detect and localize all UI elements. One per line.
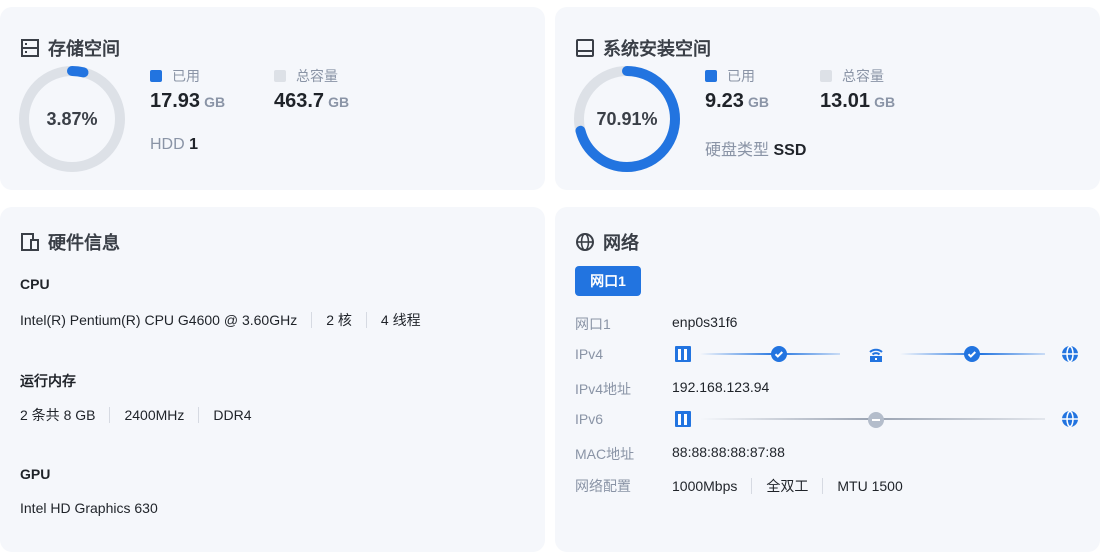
network-card: 网络 网口1 网口1 enp0s31f6 IPv4 IPv4地址 192.168…	[555, 207, 1100, 552]
legend-used: 已用	[705, 66, 755, 86]
system-total-value: 13.01 GB	[820, 90, 896, 112]
router-icon	[869, 348, 883, 362]
network-title: 网络	[575, 229, 639, 255]
storage-donut: 3.87%	[17, 64, 127, 174]
ipv6-label: IPv6	[575, 411, 604, 427]
legend-used: 已用	[150, 66, 200, 86]
check-icon	[964, 346, 980, 362]
network-config: 1000Mbps 全双工 MTU 1500	[672, 478, 903, 494]
system-percent: 70.91%	[596, 108, 658, 129]
storage-card: 存储空间 3.87% 已用 总容量 17.93 GB 463.7 GB HDD 1	[0, 7, 545, 190]
storage-total-value: 463.7 GB	[274, 90, 350, 112]
server-icon	[675, 411, 691, 427]
mac-address: 88:88:88:88:87:88	[672, 444, 785, 460]
storage-percent: 3.87%	[46, 108, 98, 129]
legend-total: 总容量	[820, 66, 884, 86]
system-donut: 70.91%	[572, 64, 682, 174]
devices-icon	[21, 233, 39, 251]
globe-icon	[576, 233, 594, 251]
ipv4-address: 192.168.123.94	[672, 379, 770, 395]
tab-port-1[interactable]: 网口1	[575, 266, 641, 296]
drive-icon	[576, 39, 594, 57]
hardware-title: 硬件信息	[20, 229, 120, 255]
memory-label: 运行内存	[20, 373, 76, 389]
internet-globe-icon	[1062, 345, 1078, 363]
mac-label: MAC地址	[575, 446, 635, 462]
storage-title: 存储空间	[20, 35, 120, 61]
port-label: 网口1	[575, 316, 611, 332]
hardware-card: 硬件信息 CPU Intel(R) Pentium(R) CPU G4600 @…	[0, 207, 545, 552]
memory-info: 2 条共 8 GB 2400MHz DDR4	[20, 407, 252, 423]
system-title: 系统安装空间	[575, 35, 711, 61]
disk-type: 硬盘类型 SSD	[705, 142, 807, 159]
check-icon	[771, 346, 787, 362]
internet-globe-icon	[1062, 410, 1078, 428]
gpu-info: Intel HD Graphics 630	[20, 500, 158, 516]
server-icon	[675, 346, 691, 362]
cpu-info: Intel(R) Pentium(R) CPU G4600 @ 3.60GHz 2…	[20, 312, 421, 328]
disk-count: HDD 1	[150, 136, 199, 153]
storage-icon	[21, 39, 39, 57]
storage-used-value: 17.93 GB	[150, 90, 226, 112]
disconnected-icon	[868, 412, 884, 428]
ipv4-address-label: IPv4地址	[575, 381, 632, 397]
system-used-value: 9.23 GB	[705, 90, 769, 112]
gpu-label: GPU	[20, 466, 51, 482]
system-card: 系统安装空间 70.91% 已用 总容量 9.23 GB 13.01 GB 硬盘类型…	[555, 7, 1100, 190]
port-value: enp0s31f6	[672, 314, 738, 330]
cpu-label: CPU	[20, 276, 50, 292]
ipv4-label: IPv4	[575, 346, 604, 362]
legend-total: 总容量	[274, 66, 338, 86]
config-label: 网络配置	[575, 478, 631, 494]
